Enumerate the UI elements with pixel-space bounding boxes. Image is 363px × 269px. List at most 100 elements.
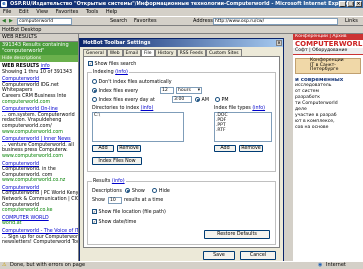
computerworld-logo[interactable]: COMPUTERWORLD — [293, 40, 363, 48]
result-title[interactable]: Computerworld | Inner News — [0, 137, 78, 143]
show-count-row: Show — [92, 198, 105, 203]
menu-view[interactable]: View — [33, 8, 51, 16]
hide-descriptions-link[interactable]: Hide descriptions — [0, 55, 78, 62]
remove-directory-button[interactable]: Remove — [117, 145, 141, 152]
links-button[interactable]: Links — [345, 18, 358, 24]
desc-show-radio[interactable] — [125, 188, 131, 193]
showing-count: Showing 1 thru 10 of 391343 — [2, 69, 73, 75]
directory-item[interactable]: C:\ — [94, 113, 183, 118]
pane-header: WEB RESULTS — [0, 34, 78, 42]
descriptions-row: Descriptions Show Hide — [92, 188, 170, 194]
indexing-title-text: Indexing — [93, 70, 114, 75]
file-type-item[interactable]: .RTF — [216, 128, 271, 133]
status-bar: ⚠ Done, but with errors on page ◉ Intern… — [0, 261, 363, 269]
dont-index-label: Don't index files automatically — [98, 80, 172, 85]
index-day-label: Index files every day at — [98, 98, 155, 103]
warning-icon[interactable]: ⚠ — [2, 262, 6, 269]
address-bar[interactable]: http://www.osp.ru/cw/ — [213, 18, 338, 25]
add-type-button[interactable]: Add — [214, 145, 236, 152]
window-title-bar: e OSP.RU/Издательство "Открытые системы"… — [0, 0, 363, 8]
menu-file[interactable]: File — [0, 8, 14, 16]
pm-row: PM — [215, 97, 229, 103]
results-count-suffix: results at a time — [124, 198, 164, 203]
favorites-button[interactable]: Favorites — [134, 18, 157, 24]
results-info-link[interactable]: (info) — [112, 179, 125, 184]
every-unit-select[interactable]: hours ▾ — [176, 87, 202, 94]
article-line: сов на основе — [295, 125, 329, 130]
indexing-info-link[interactable]: (info) — [115, 70, 128, 75]
pm-radio[interactable] — [215, 97, 220, 102]
directories-list[interactable]: C:\ — [92, 112, 184, 142]
minimize-button[interactable]: _ — [339, 1, 346, 7]
every-hours-input[interactable]: 12 — [160, 87, 174, 94]
show-location-checkbox[interactable]: ✓ — [92, 209, 97, 214]
menu-bar: File Edit View Favorites Tools Help — [0, 8, 363, 16]
ie-logo-icon: e — [1, 1, 7, 7]
dirs-info-link[interactable]: (info) — [141, 106, 154, 111]
result-desc: world.at — [2, 221, 22, 227]
search-button[interactable]: Search — [110, 18, 127, 24]
hotbot-search-input[interactable]: computerworld — [17, 18, 72, 25]
index-day-radio[interactable] — [92, 97, 97, 102]
day-time-input[interactable]: 3:00 — [172, 96, 192, 103]
show-files-checkbox[interactable]: ✓ — [88, 61, 93, 66]
dialog-title-text: HotBot Toolbar Settings — [83, 40, 151, 46]
result-desc: newsletters! Computerworld Today — [2, 240, 79, 246]
am-radio[interactable] — [195, 97, 200, 102]
remove-type-button[interactable]: Remove — [239, 145, 263, 152]
banner-line: Петербурге — [310, 67, 339, 72]
file-types-list[interactable]: .DOC .PDF .PPT .RTF — [214, 112, 272, 142]
add-directory-button[interactable]: Add — [92, 145, 114, 152]
show-count-label: Show — [92, 198, 105, 203]
show-files-label: Show files search — [94, 62, 137, 67]
result-url: www.computerworld.com — [2, 153, 63, 159]
cancel-button[interactable]: Cancel — [240, 251, 276, 260]
status-text: Done, but with errors on page — [10, 262, 86, 268]
menu-favorites[interactable]: Favorites — [53, 8, 82, 16]
close-button[interactable]: × — [355, 1, 362, 7]
desc-show-label: Show — [131, 189, 145, 194]
result-title[interactable]: Computerworld - The Voice of IT — [0, 229, 78, 235]
indexing-title: Indexing (info) — [92, 70, 129, 75]
dialog-title: HotBot Toolbar Settings × — [80, 39, 283, 47]
back-icon[interactable]: ◀ — [2, 18, 6, 24]
hotbot-results-pane: WEB RESULTS 391343 Results containing "c… — [0, 34, 79, 261]
internet-zone-icon: ◉ — [318, 262, 323, 268]
menu-help[interactable]: Help — [103, 8, 120, 16]
webpage-content: Конференции | Архив COMPUTERWORLD Софт |… — [293, 34, 363, 261]
banner-ad[interactable]: Конференции IT в Санкт- Петербурге — [295, 58, 361, 74]
results-title-text: Results — [93, 179, 111, 184]
index-day-row: Index files every day at — [92, 97, 155, 103]
save-button[interactable]: Save — [203, 251, 235, 260]
dirs-label: Directories to index — [92, 106, 140, 111]
menu-edit[interactable]: Edit — [16, 8, 32, 16]
desc-hide-label: Hide — [158, 189, 170, 194]
types-info-link[interactable]: (info) — [252, 106, 265, 111]
show-date-checkbox[interactable]: ✓ — [92, 219, 97, 224]
desc-hide-radio[interactable] — [152, 188, 158, 193]
show-files-row: ✓ Show files search — [88, 61, 136, 67]
dont-index-radio[interactable] — [92, 79, 97, 84]
result-desc: Network & Communication | CIO — [2, 197, 79, 203]
maximize-button[interactable]: □ — [347, 1, 354, 7]
window-title: OSP.RU/Издательство "Открытые системы"/И… — [10, 1, 352, 7]
file-settings-panel: ✓ Show files search Indexing (info) Don'… — [83, 56, 280, 248]
web-results-info-link[interactable]: info — [41, 64, 50, 69]
menu-tools[interactable]: Tools — [83, 8, 101, 16]
hotbot-settings-dialog: HotBot Toolbar Settings × General Web Emai… — [79, 38, 284, 262]
results-count-input[interactable]: 10 — [108, 197, 122, 204]
result-desc: Careers CRM Business Inte — [2, 93, 67, 99]
restore-defaults-button[interactable]: Restore Defaults — [204, 230, 270, 239]
am-label: AM — [201, 98, 209, 103]
index-files-now-button[interactable]: Index Files Now — [92, 157, 142, 165]
result-url: computerworld.com — [2, 99, 51, 105]
types-label: Index file types — [214, 106, 251, 111]
descriptions-label: Descriptions — [92, 189, 122, 194]
dialog-close-button[interactable]: × — [276, 40, 282, 46]
forward-icon[interactable]: ▶ — [9, 18, 13, 24]
index-every-radio[interactable] — [92, 88, 97, 93]
results-title: Results (info) — [92, 179, 126, 184]
hotbot-desktop-label: HotBot Desktop — [2, 27, 42, 33]
results-group: Results (info) Descriptions Show Hide Sh… — [87, 179, 276, 245]
site-nav-links[interactable]: Софт | Оборудование — [293, 48, 363, 55]
